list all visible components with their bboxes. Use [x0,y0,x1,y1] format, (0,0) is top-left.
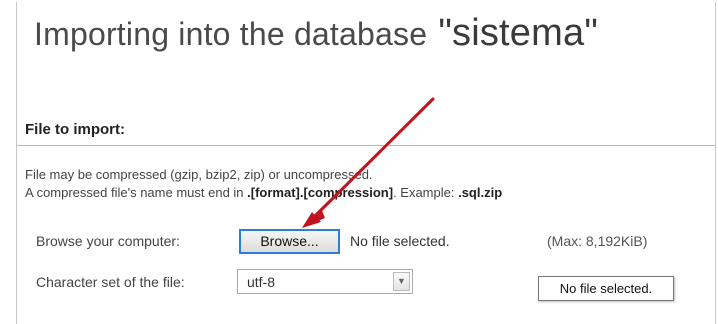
page-title-text: Importing into the database [34,16,428,52]
file-status: No file selected. [350,233,450,249]
import-panel: Importing into the database "sistema" Fi… [16,2,716,324]
browse-label: Browse your computer: [36,233,180,249]
info-example: .sql.zip [458,185,503,200]
page-title: Importing into the database "sistema" [34,12,598,55]
chevron-down-icon[interactable]: ▼ [393,272,410,291]
info-line-1: File may be compressed (gzip, bzip2, zip… [25,167,373,182]
file-to-import-header: File to import: [17,112,715,146]
section-heading: File to import: [25,121,125,138]
info-line-2-mid: . Example: [393,185,459,200]
info-line-2: A compressed file's name must end in .[f… [25,184,502,202]
browse-button[interactable]: Browse... [239,229,340,254]
info-line-2-prefix: A compressed file's name must end in [25,185,248,200]
charset-value: utf-8 [247,274,276,290]
file-tooltip: No file selected. [538,276,674,301]
info-format: .[format].[compression] [247,185,394,200]
max-size: (Max: 8,192KiB) [547,233,648,249]
charset-select[interactable]: utf-8 ▼ [237,269,413,294]
database-name: "sistema" [438,12,599,54]
compression-info: File may be compressed (gzip, bzip2, zip… [25,166,502,202]
charset-label: Character set of the file: [36,274,185,290]
